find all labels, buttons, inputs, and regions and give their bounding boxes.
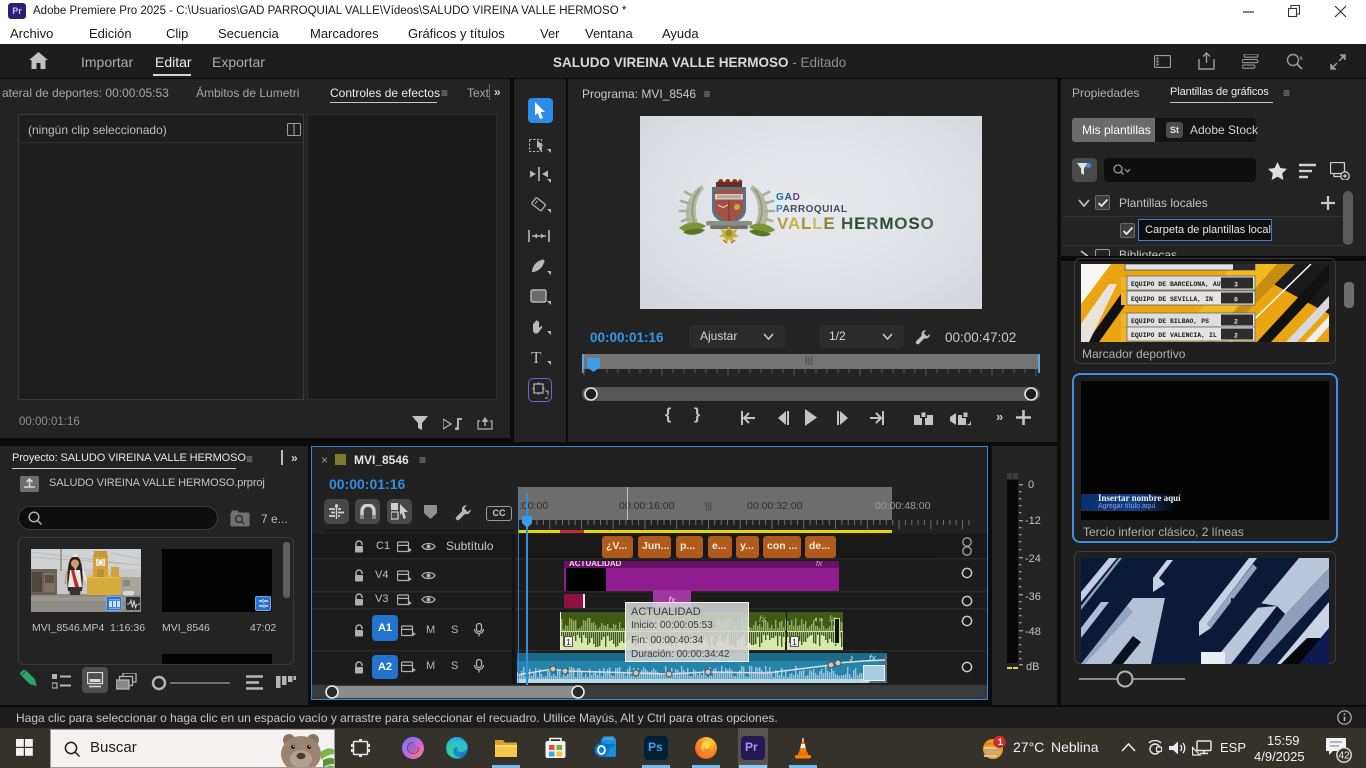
svg-text:EQUIPO DE BARCELONA, AU: EQUIPO DE BARCELONA, AU: [1131, 281, 1221, 288]
svg-text:3: 3: [1234, 282, 1238, 289]
svg-text:42: 42: [1339, 751, 1351, 762]
svg-text:EQUIPO DE SEVILLA, IN: EQUIPO DE SEVILLA, IN: [1131, 296, 1213, 303]
svg-text:EQUIPO DE BILBAO, PS: EQUIPO DE BILBAO, PS: [1131, 318, 1209, 325]
svg-text:2: 2: [1234, 319, 1238, 326]
svg-text:0: 0: [1234, 297, 1238, 304]
svg-text:1: 1: [998, 737, 1003, 747]
svg-text:T: T: [531, 349, 542, 366]
svg-text:EQUIPO DE VALENCIA, IL: EQUIPO DE VALENCIA, IL: [1131, 332, 1217, 339]
svg-text:2: 2: [1234, 333, 1238, 340]
